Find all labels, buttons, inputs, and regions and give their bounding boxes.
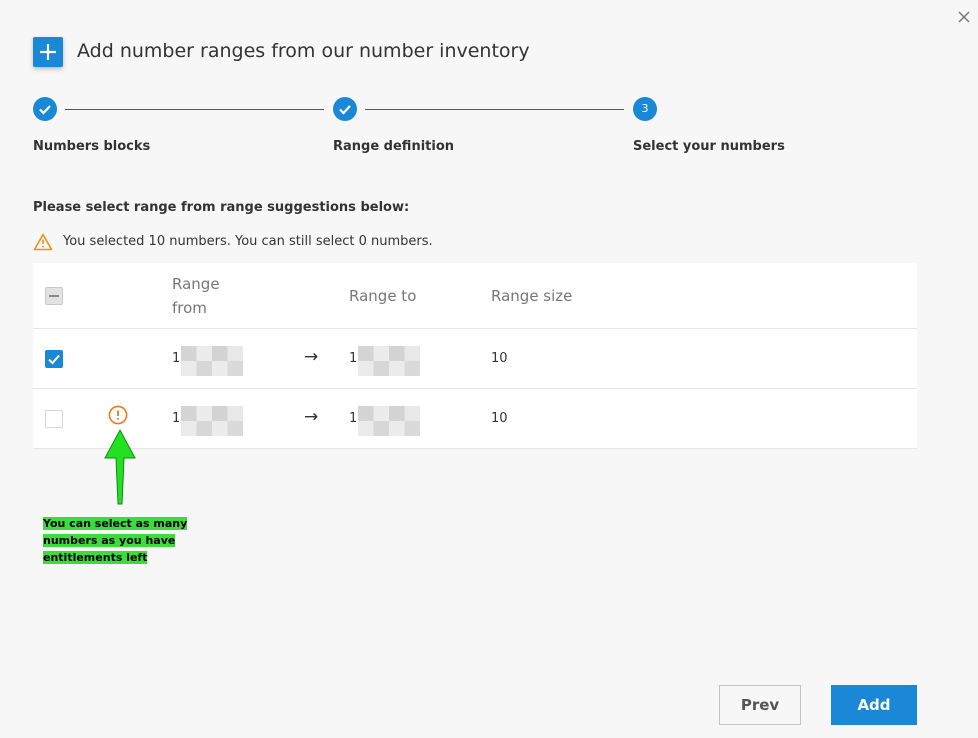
close-icon [958,11,970,23]
step-3-circle: 3 [633,97,657,121]
instruction-text: Please select range from range suggestio… [33,200,410,215]
annotation-arrow-icon [104,428,136,505]
step-2-circle [333,97,357,121]
checkmark-icon [339,105,351,115]
warning-text: You selected 10 numbers. You can still s… [63,234,433,249]
checkmark-icon [48,354,60,365]
step-3-label: Select your numbers [633,139,785,154]
range-from-value: 1 [172,351,181,366]
row-checkbox-checked[interactable] [45,350,63,368]
step-2-label: Range definition [333,139,455,154]
header-range-from: Range from [172,275,220,317]
select-all-checkbox[interactable] [45,287,63,305]
step-1-label: Numbers blocks [33,139,151,154]
row-separator [33,448,917,449]
step-connector-2 [365,109,624,110]
row-checkbox-disabled[interactable] [45,410,63,428]
redacted-number [181,346,243,376]
close-button[interactable] [955,8,973,26]
row-separator [33,328,917,329]
row-separator [33,388,917,389]
warning-icon [33,233,53,251]
add-button[interactable]: Add [831,685,917,725]
range-to-value: 1 [349,351,358,366]
range-size-value: 10 [491,411,508,426]
step-1-circle [33,97,57,121]
redacted-number [181,406,243,436]
step-connector-1 [65,109,324,110]
header-range-to: Range to [349,287,417,305]
arrow-right-icon: → [304,347,319,367]
prev-button[interactable]: Prev [719,685,801,725]
title-plus-icon [33,37,63,67]
range-table: Range from Range to Range size 1 → 1 10 … [33,263,917,449]
range-to-value: 1 [349,411,358,426]
arrow-right-icon: → [304,407,319,427]
alert-circle-icon[interactable] [108,405,128,425]
range-from-value: 1 [172,411,181,426]
dialog-title: Add number ranges from our number invent… [77,40,530,62]
redacted-number [358,346,420,376]
header-range-size: Range size [491,287,573,305]
checkmark-icon [39,105,51,115]
annotation-text: You can select as many numbers as you ha… [43,517,188,564]
redacted-number [358,406,420,436]
range-size-value: 10 [491,351,508,366]
